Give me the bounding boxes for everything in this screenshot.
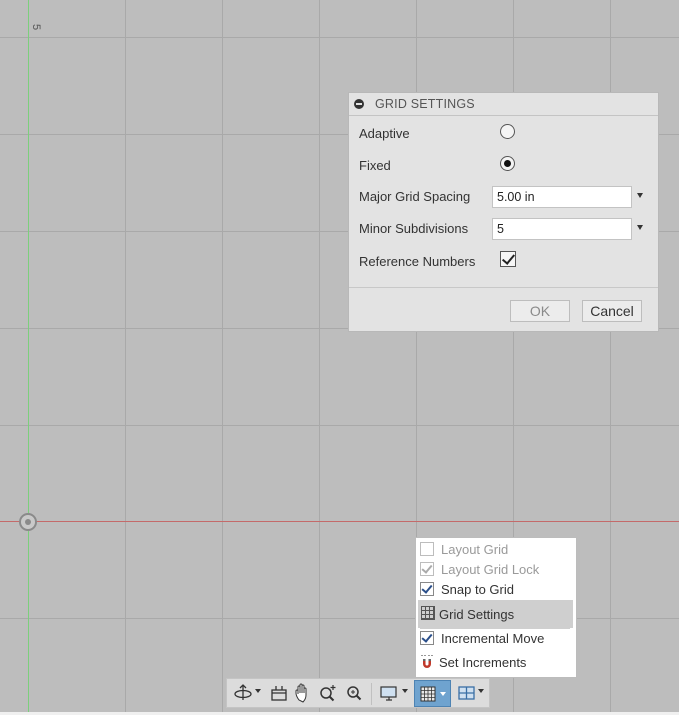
grid-snaps-dropdown-icon[interactable] [440,692,446,696]
grid-settings-dialog: GRID SETTINGS Adaptive Fixed Major Grid … [348,92,659,332]
menu-item-layout-grid-lock[interactable]: Layout Grid Lock [416,559,576,579]
grid-icon [421,606,435,620]
collapse-icon[interactable] [354,99,364,109]
pan-icon [295,683,307,703]
menu-item-incremental-move[interactable]: Incremental Move [416,628,576,648]
grid-line [0,425,679,426]
viewports-icon [458,686,475,700]
menu-item-label: Incremental Move [441,631,545,646]
incremental-move-checkbox[interactable] [420,631,434,645]
fit-button[interactable] [343,682,365,704]
origin-point[interactable] [19,513,37,531]
menu-item-label: Layout Grid Lock [441,562,540,577]
display-settings-button[interactable] [378,682,400,704]
minor-subdivisions-dropdown-icon[interactable] [637,225,643,230]
zoom-button[interactable] [317,682,339,704]
grid-line [125,0,126,712]
y-axis-line [28,0,29,712]
zoom-icon [320,685,336,702]
look-at-button[interactable] [268,682,290,704]
menu-item-grid-settings[interactable]: Grid Settings [418,600,573,628]
menu-item-snap-to-grid[interactable]: Snap to Grid [416,579,576,599]
menu-item-label: Grid Settings [439,607,515,622]
orbit-dropdown-icon[interactable] [255,689,261,693]
major-grid-spacing-row: Major Grid Spacing 5.00 in [359,186,649,208]
viewports-dropdown-icon[interactable] [478,689,484,693]
dialog-header: GRID SETTINGS [349,93,658,116]
grid-line [222,0,223,712]
major-grid-spacing-dropdown-icon[interactable] [637,193,643,198]
ok-button[interactable]: OK [510,300,570,322]
navigation-toolbar [226,678,490,708]
snap-to-grid-checkbox[interactable] [420,582,434,596]
layout-grid-checkbox[interactable] [420,542,434,556]
fixed-label: Fixed [359,158,391,173]
orbit-button[interactable] [232,682,254,704]
grid-snaps-menu: Layout Grid Layout Grid Lock Snap to Gri… [415,537,577,678]
grid-line [319,0,320,712]
pan-button[interactable] [292,682,314,704]
dialog-title: GRID SETTINGS [375,97,475,111]
minor-subdivisions-label: Minor Subdivisions [359,221,469,236]
grid-snaps-button[interactable] [414,680,451,707]
menu-item-label: Layout Grid [441,542,509,557]
fit-icon [347,686,362,701]
display-settings-icon [380,686,397,701]
menu-item-set-increments[interactable]: Set Increments [416,652,576,672]
adaptive-radio[interactable] [500,124,515,139]
orbit-icon [234,684,252,700]
reference-numbers-checkbox[interactable] [500,251,516,267]
major-grid-spacing-input[interactable]: 5.00 in [492,186,632,208]
cancel-button[interactable]: Cancel [582,300,642,322]
x-axis-line [0,521,679,522]
toolbar-divider [371,683,372,705]
viewports-button[interactable] [456,682,478,704]
look-at-icon [271,686,287,701]
grid-snaps-icon [420,686,436,702]
reference-numbers-row: Reference Numbers [359,251,649,273]
grid-reference-number: 5 [30,24,42,31]
reference-numbers-label: Reference Numbers [359,254,476,269]
menu-item-layout-grid[interactable]: Layout Grid [416,539,576,559]
adaptive-label: Adaptive [359,126,410,141]
fixed-row: Fixed [359,155,649,177]
magnet-icon [421,655,433,668]
minor-subdivisions-input[interactable]: 5 [492,218,632,240]
adaptive-row: Adaptive [359,123,649,145]
grid-line [0,618,679,619]
grid-line [0,37,679,38]
fixed-radio[interactable] [500,156,515,171]
dialog-divider [349,287,658,288]
major-grid-spacing-label: Major Grid Spacing [359,189,471,204]
menu-item-label: Set Increments [439,655,527,670]
minor-subdivisions-row: Minor Subdivisions 5 [359,218,649,240]
layout-grid-lock-checkbox[interactable] [420,562,434,576]
display-settings-dropdown-icon[interactable] [402,689,408,693]
menu-item-label: Snap to Grid [441,582,514,597]
